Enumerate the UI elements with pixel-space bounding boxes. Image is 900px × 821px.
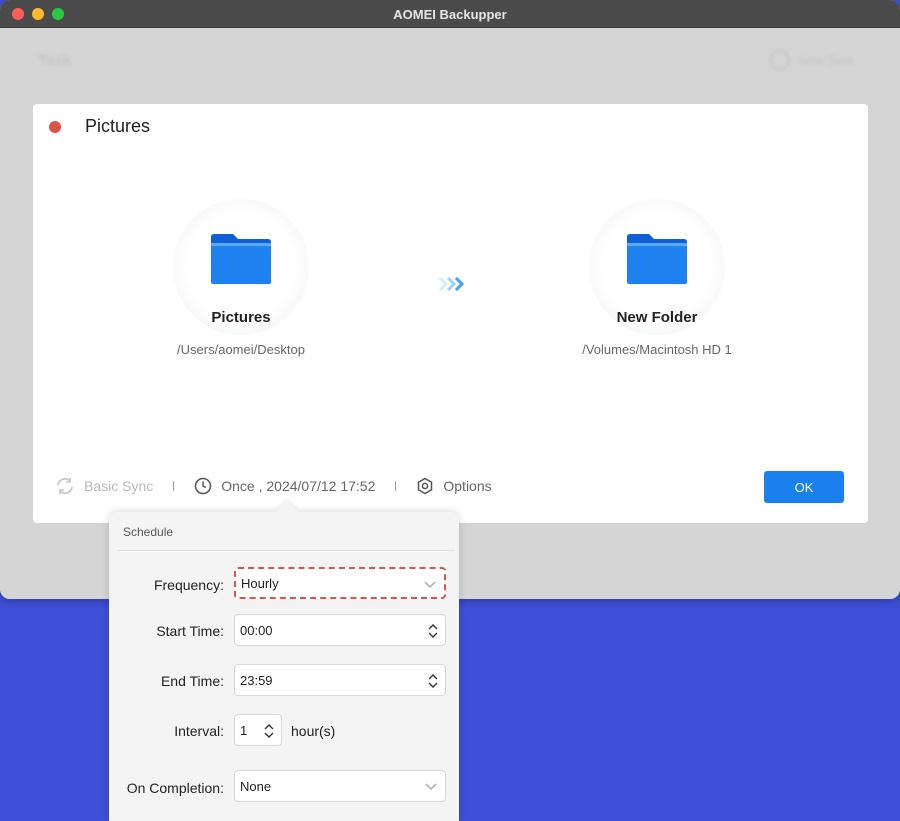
app-window: AOMEI Backupper Task New Task Pictures P… xyxy=(0,0,900,599)
sync-mode-button[interactable]: Basic Sync xyxy=(55,477,153,495)
ok-button[interactable]: OK xyxy=(764,471,844,503)
on-completion-select[interactable]: None xyxy=(234,770,446,802)
time-stepper-icon[interactable] xyxy=(427,621,439,641)
start-time-value: 00:00 xyxy=(240,622,273,638)
chevron-down-icon xyxy=(424,581,436,589)
sync-icon xyxy=(57,478,73,494)
schedule-summary: Once , 2024/07/12 17:52 xyxy=(221,478,376,494)
schedule-divider xyxy=(117,550,455,551)
source-name: Pictures xyxy=(211,309,271,326)
window-title: AOMEI Backupper xyxy=(393,7,507,22)
folder-icon xyxy=(627,234,687,284)
frequency-value: Hourly xyxy=(241,575,279,591)
interval-unit: hour(s) xyxy=(291,723,336,739)
on-completion-label: On Completion: xyxy=(126,780,224,796)
interval-stepper-icon[interactable] xyxy=(263,721,275,741)
end-time-value: 23:59 xyxy=(240,672,273,688)
gear-icon xyxy=(418,477,433,495)
destination-path: /Volumes/Macintosh HD 1 xyxy=(582,342,732,357)
task-status-dot xyxy=(49,121,61,133)
task-card: Pictures Pictures /Users/aomei/Desktop N… xyxy=(33,104,868,523)
time-stepper-icon[interactable] xyxy=(427,671,439,691)
interval-label: Interval: xyxy=(174,723,224,739)
destination-name: New Folder xyxy=(616,309,698,326)
schedule-header: Schedule xyxy=(123,525,174,539)
task-title: Pictures xyxy=(85,116,151,136)
background-page-title: Task xyxy=(38,52,72,69)
title-bar: AOMEI Backupper xyxy=(0,0,900,28)
task-footer: Basic Sync Once , 2024/07/12 17:52 Optio… xyxy=(55,475,492,497)
start-time-label: Start Time: xyxy=(156,623,224,639)
options-button[interactable]: Options xyxy=(416,477,492,495)
sync-mode-label: Basic Sync xyxy=(84,478,154,494)
background-new-task-label: New Task xyxy=(798,52,855,68)
start-time-field[interactable]: 00:00 xyxy=(234,614,446,646)
plus-icon xyxy=(770,50,790,70)
options-label: Options xyxy=(443,478,492,494)
footer-divider xyxy=(173,481,175,491)
interval-value: 1 xyxy=(240,722,248,738)
chevron-down-icon xyxy=(425,783,437,791)
destination-endpoint[interactable]: New Folder /Volumes/Macintosh HD 1 xyxy=(537,199,777,357)
footer-divider xyxy=(395,481,397,491)
interval-field[interactable]: 1 xyxy=(234,714,282,746)
source-endpoint[interactable]: Pictures /Users/aomei/Desktop xyxy=(121,199,361,357)
schedule-popover: Schedule Frequency: Hourly Start Time: 0… xyxy=(109,500,459,821)
schedule-button[interactable]: Once , 2024/07/12 17:52 xyxy=(194,477,375,495)
on-completion-value: None xyxy=(240,778,272,794)
background-new-task-button: New Task xyxy=(770,50,854,70)
end-time-field[interactable]: 23:59 xyxy=(234,664,446,696)
end-time-label: End Time: xyxy=(160,673,224,689)
frequency-label: Frequency: xyxy=(153,577,224,593)
folder-icon xyxy=(211,234,271,284)
source-path: /Users/aomei/Desktop xyxy=(177,342,305,357)
sync-direction-arrows-icon xyxy=(438,276,465,292)
clock-icon xyxy=(195,477,212,495)
frequency-select[interactable]: Hourly xyxy=(234,567,446,599)
